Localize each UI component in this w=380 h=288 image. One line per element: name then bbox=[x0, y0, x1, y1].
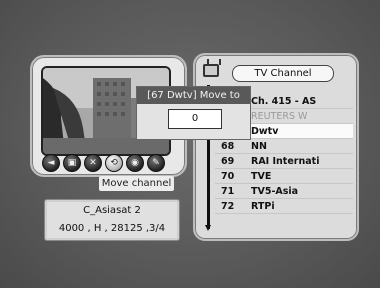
lock-icon[interactable]: ▣ bbox=[63, 154, 81, 172]
channel-number: 70 bbox=[221, 170, 235, 182]
satellite-channel-header: Ch. 415 - AS bbox=[251, 95, 317, 107]
sort-icon[interactable]: ◉ bbox=[126, 154, 144, 172]
channel-row[interactable]: 72 RTPi bbox=[215, 199, 353, 214]
edit-toolbar: ◄ ▣ ✕ ⟲ ◉ ✎ bbox=[42, 154, 172, 172]
satellite-info-box: C_Asiasat 2 4000 , H , 28125 ,3/4 bbox=[44, 199, 180, 241]
panel-title: TV Channel bbox=[232, 65, 334, 82]
channel-row[interactable]: 69 RAI Internati bbox=[215, 154, 353, 169]
channel-row[interactable]: 68 NN bbox=[215, 139, 353, 154]
channel-name: Dwtv bbox=[251, 125, 279, 137]
channel-name: RTPi bbox=[251, 200, 275, 212]
move-channel-tooltip: Move channel bbox=[99, 176, 174, 191]
channel-name: TVE bbox=[251, 170, 272, 182]
channel-name: RAI Internati bbox=[251, 155, 320, 167]
channel-name: REUTERS W bbox=[251, 110, 308, 122]
channel-number: 69 bbox=[221, 155, 235, 167]
move-to-dialog: [67 Dwtv] Move to 0 bbox=[136, 86, 251, 140]
move-icon[interactable]: ⟲ bbox=[105, 154, 123, 172]
satellite-name: C_Asiasat 2 bbox=[83, 205, 141, 216]
prev-icon[interactable]: ◄ bbox=[42, 154, 60, 172]
tv-screen: ◄ ▣ ✕ ⟲ ◉ ✎ Move channel C_Asiasat 2 400… bbox=[0, 0, 380, 288]
move-to-position-input[interactable]: 0 bbox=[168, 109, 222, 129]
channel-row[interactable]: 70 TVE bbox=[215, 169, 353, 184]
tv-icon bbox=[203, 64, 219, 77]
channel-row[interactable]: 71 TV5-Asia bbox=[215, 184, 353, 199]
scroll-down-arrow-icon[interactable] bbox=[205, 225, 211, 231]
transponder-params: 4000 , H , 28125 ,3/4 bbox=[58, 223, 166, 234]
move-to-dialog-title: [67 Dwtv] Move to bbox=[137, 87, 250, 104]
channel-number: 72 bbox=[221, 200, 235, 212]
channel-number: 68 bbox=[221, 140, 235, 152]
skip-icon[interactable]: ✕ bbox=[84, 154, 102, 172]
channel-name: TV5-Asia bbox=[251, 185, 299, 197]
channel-number: 71 bbox=[221, 185, 235, 197]
edit-icon[interactable]: ✎ bbox=[147, 154, 165, 172]
channel-list-panel: TV Channel Ch. 415 - AS REUTERS W Dwtv 6… bbox=[193, 53, 359, 241]
channel-name: NN bbox=[251, 140, 267, 152]
